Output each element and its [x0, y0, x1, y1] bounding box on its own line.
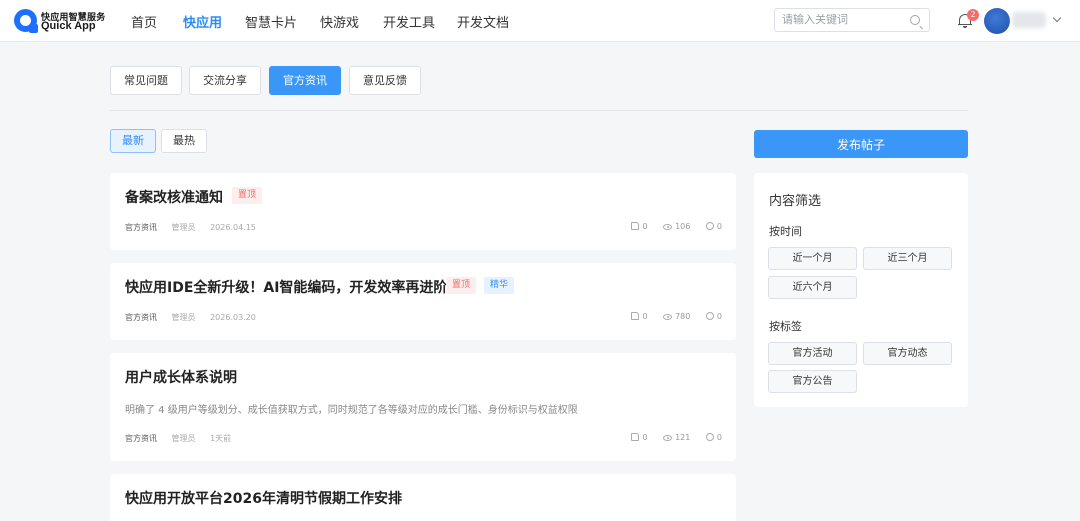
tag-featured: 精华: [484, 277, 515, 294]
thumbs-up-icon: [631, 312, 640, 320]
filter-tag-label: 按标签: [769, 320, 802, 333]
tab-faq[interactable]: 常见问题: [110, 66, 182, 95]
post-meta: 官方资讯 管理员 2026.04.15: [125, 222, 268, 233]
filter-official-events[interactable]: 官方活动: [768, 342, 857, 365]
filter-official-updates[interactable]: 官方动态: [863, 342, 952, 365]
publish-post-button[interactable]: 发布帖子: [754, 130, 968, 158]
post-title[interactable]: 用户成长体系说明: [125, 367, 237, 387]
like-stat[interactable]: 0: [631, 312, 648, 321]
nav-home[interactable]: 首页: [131, 12, 157, 31]
comment-stat[interactable]: 0: [705, 312, 722, 321]
view-stat: 106: [663, 222, 690, 231]
post-author: 管理员: [171, 434, 196, 443]
eye-icon: [663, 435, 673, 441]
like-count: 0: [642, 222, 648, 231]
content-filter-panel: 内容筛选 按时间 近一个月 近三个月 近六个月 按标签 官方活动 官方动态 官方…: [754, 173, 968, 407]
tag-pinned: 置顶: [232, 187, 263, 204]
comment-count: 0: [716, 222, 722, 231]
like-count: 0: [642, 433, 648, 442]
post-title[interactable]: 快应用开放平台2026年清明节假期工作安排: [125, 488, 402, 508]
post-date: 2026.03.20: [210, 313, 256, 322]
comment-stat[interactable]: 0: [705, 222, 722, 231]
post-author: 管理员: [171, 313, 196, 322]
post-meta: 官方资讯 管理员 2026.03.20: [125, 312, 268, 323]
top-header: 快应用智慧服务 Quick App 首页 快应用 智慧卡片 快游戏 开发工具 开…: [0, 0, 1080, 42]
post-category: 官方资讯: [125, 313, 157, 322]
post-category: 官方资讯: [125, 223, 157, 232]
comment-icon: [705, 433, 714, 441]
view-count: 780: [675, 312, 691, 321]
filter-title: 内容筛选: [769, 194, 822, 209]
view-stat: 780: [663, 312, 690, 321]
chevron-down-icon[interactable]: [1052, 13, 1062, 23]
sort-hottest[interactable]: 最热: [161, 129, 207, 153]
logo-icon: [14, 9, 38, 33]
filter-official-notices[interactable]: 官方公告: [768, 370, 857, 393]
comment-count: 0: [716, 312, 722, 321]
post-date: 2026.04.15: [210, 223, 256, 232]
comment-stat[interactable]: 0: [705, 433, 722, 442]
thumbs-up-icon: [631, 222, 640, 230]
post-card[interactable]: 用户成长体系说明 明确了 4 级用户等级划分、成长值获取方式，同时规范了各等级对…: [110, 353, 736, 461]
filter-one-month[interactable]: 近一个月: [768, 247, 857, 270]
nav-quick-app[interactable]: 快应用: [183, 12, 222, 31]
notification-badge: 2: [967, 9, 979, 21]
post-category: 官方资讯: [125, 434, 157, 443]
search-input[interactable]: [782, 13, 902, 26]
post-meta: 官方资讯 管理员 1天前: [125, 433, 243, 444]
nav-dev-tools[interactable]: 开发工具: [383, 12, 435, 31]
filter-three-months[interactable]: 近三个月: [863, 247, 952, 270]
view-count: 106: [675, 222, 691, 231]
post-card[interactable]: 快应用开放平台2026年清明节假期工作安排: [110, 474, 736, 521]
post-date: 1天前: [210, 434, 232, 443]
like-count: 0: [642, 312, 648, 321]
logo-text-en: Quick App: [41, 20, 96, 32]
post-stats: 0 121 0: [618, 433, 722, 442]
post-stats: 0 106 0: [618, 222, 722, 231]
tab-feedback[interactable]: 意见反馈: [349, 66, 421, 95]
quick-app-logo[interactable]: 快应用智慧服务 Quick App: [14, 9, 106, 33]
thumbs-up-icon: [631, 433, 640, 441]
post-title[interactable]: 备案改核准通知: [125, 187, 223, 207]
post-stats: 0 780 0: [618, 312, 722, 321]
eye-icon: [663, 224, 673, 230]
view-count: 121: [675, 433, 691, 442]
search-box: [774, 8, 930, 32]
avatar[interactable]: [984, 8, 1010, 34]
post-description: 明确了 4 级用户等级划分、成长值获取方式，同时规范了各等级对应的成长门槛、身份…: [125, 405, 578, 416]
comment-count: 0: [716, 433, 722, 442]
nav-quick-game[interactable]: 快游戏: [320, 12, 359, 31]
username-blurred[interactable]: [1012, 12, 1046, 28]
post-card[interactable]: 备案改核准通知 置顶 官方资讯 管理员 2026.04.15 0 106 0: [110, 173, 736, 250]
tab-official-news[interactable]: 官方资讯: [269, 66, 341, 95]
nav-smart-card[interactable]: 智慧卡片: [245, 12, 297, 31]
divider: [110, 110, 968, 111]
comment-icon: [705, 222, 714, 230]
search-icon[interactable]: [910, 15, 920, 25]
like-stat[interactable]: 0: [631, 222, 648, 231]
post-card[interactable]: 快应用IDE全新升级！AI智能编码，开发效率再进阶！ 置顶 精华 官方资讯 管理…: [110, 263, 736, 340]
view-stat: 121: [663, 433, 690, 442]
post-title[interactable]: 快应用IDE全新升级！AI智能编码，开发效率再进阶！: [125, 277, 461, 297]
tag-pinned: 置顶: [446, 277, 477, 294]
eye-icon: [663, 314, 673, 320]
nav-dev-docs[interactable]: 开发文档: [457, 12, 509, 31]
comment-icon: [705, 312, 714, 320]
post-author: 管理员: [171, 223, 196, 232]
filter-time-label: 按时间: [769, 225, 802, 238]
sort-latest[interactable]: 最新: [110, 129, 156, 153]
filter-six-months[interactable]: 近六个月: [768, 276, 857, 299]
tab-share[interactable]: 交流分享: [189, 66, 261, 95]
like-stat[interactable]: 0: [631, 433, 648, 442]
